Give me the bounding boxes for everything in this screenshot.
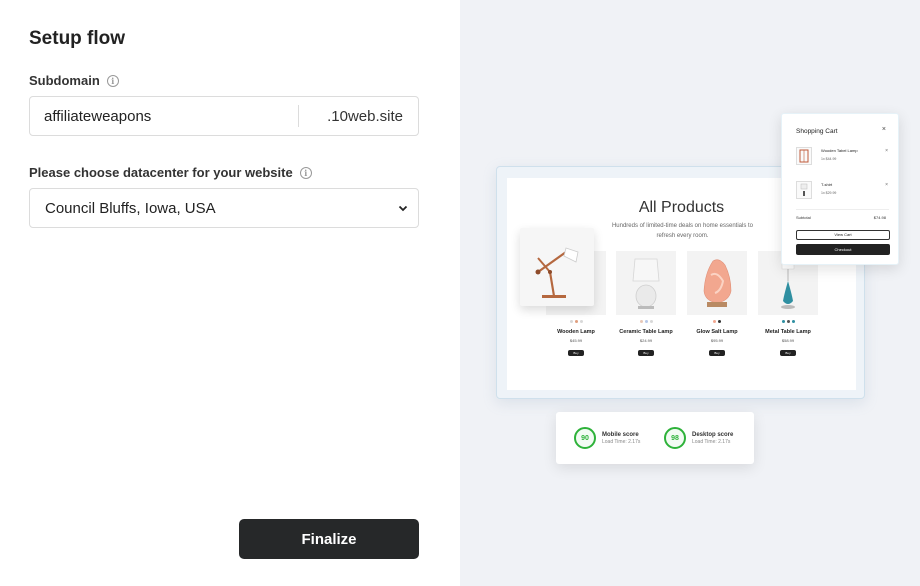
remove-icon: × — [885, 182, 888, 188]
scores-card: 90 Mobile score Load Time: 2.17s 98 Desk… — [556, 412, 754, 464]
buy-button: Buy — [780, 350, 796, 356]
load-time: Load Time: 2.17s — [692, 438, 731, 445]
product-dots — [616, 320, 676, 323]
datacenter-label-row: Please choose datacenter for your websit… — [29, 165, 312, 180]
product-card: Ceramic Table Lamp $24.99 Buy — [616, 251, 676, 356]
info-icon[interactable]: i — [299, 166, 312, 179]
subtotal-label: Subtotal — [796, 215, 811, 220]
product-dots — [546, 320, 606, 323]
score-ring: 98 — [664, 427, 686, 449]
setup-panel: Setup flow Subdomain i .10web.site Pleas… — [0, 0, 460, 586]
featured-lamp-card — [520, 228, 594, 306]
product-image — [616, 251, 676, 315]
product-card: Metal Table Lamp $58.99 Buy — [758, 251, 818, 356]
cart-item: Wooden Tabel Lamp 1x $44.99 × — [796, 147, 888, 171]
cart-item-image — [796, 181, 812, 199]
cart-item-image — [796, 147, 812, 165]
subdomain-suffix: .10web.site — [327, 107, 403, 125]
product-card: Glow Salt Lamp $95.99 Buy — [687, 251, 747, 356]
desktop-score: 98 Desktop score Load Time: 2.17s — [664, 427, 733, 449]
cart-title: Shopping Cart — [796, 128, 838, 135]
buy-button: Buy — [709, 350, 725, 356]
product-name: Ceramic Table Lamp — [619, 329, 673, 335]
subdomain-label: Subdomain — [29, 73, 100, 88]
product-price: $45.99 — [569, 338, 583, 343]
subdomain-label-row: Subdomain i — [29, 73, 119, 88]
buy-button: Buy — [568, 350, 584, 356]
page-title: Setup flow — [29, 28, 126, 49]
mobile-score: 90 Mobile score Load Time: 2.17s — [574, 427, 640, 449]
load-time: Load Time: 2.17s — [602, 438, 641, 445]
subdomain-input[interactable] — [30, 97, 299, 135]
buy-button: Buy — [638, 350, 654, 356]
cart-item-price: 1x $44.99 — [821, 157, 837, 161]
product-price: $58.99 — [781, 338, 795, 343]
view-cart-button: View Cart — [796, 230, 890, 240]
cart-item-name: Wooden Tabel Lamp — [821, 148, 858, 153]
subdomain-field[interactable]: .10web.site — [29, 96, 419, 136]
product-image — [687, 251, 747, 315]
datacenter-value: Council Bluffs, Iowa, USA — [45, 199, 216, 217]
remove-icon: × — [885, 148, 888, 154]
finalize-button[interactable]: Finalize — [239, 519, 419, 559]
product-dots — [687, 320, 747, 323]
products-subtitle: Hundreds of limited-time deals on home e… — [611, 223, 754, 239]
divider — [796, 209, 889, 210]
product-name: Glow Salt Lamp — [696, 329, 738, 335]
datacenter-label: Please choose datacenter for your websit… — [29, 165, 293, 180]
cart-item-name: T-shirt — [821, 182, 833, 187]
cart-item-price: 1x $29.99 — [821, 191, 837, 195]
shopping-cart-popup: Shopping Cart × Wooden Tabel Lamp 1x $44… — [781, 113, 899, 265]
chevron-down-icon — [388, 205, 418, 212]
checkout-button: Checkout — [796, 244, 890, 255]
score-ring: 90 — [574, 427, 596, 449]
product-name: Wooden Lamp — [557, 329, 595, 335]
cart-item: T-shirt 1x $29.99 × — [796, 181, 888, 205]
close-icon: × — [881, 126, 886, 133]
product-name: Metal Table Lamp — [765, 329, 811, 335]
datacenter-select[interactable]: Council Bluffs, Iowa, USA — [29, 188, 419, 228]
score-label: Mobile score — [602, 431, 639, 438]
score-label: Desktop score — [692, 431, 734, 438]
product-price: $95.99 — [710, 338, 724, 343]
info-icon[interactable]: i — [106, 74, 119, 87]
product-dots — [758, 320, 818, 323]
product-price: $24.99 — [639, 338, 653, 343]
subtotal-value: $74.98 — [873, 215, 886, 220]
